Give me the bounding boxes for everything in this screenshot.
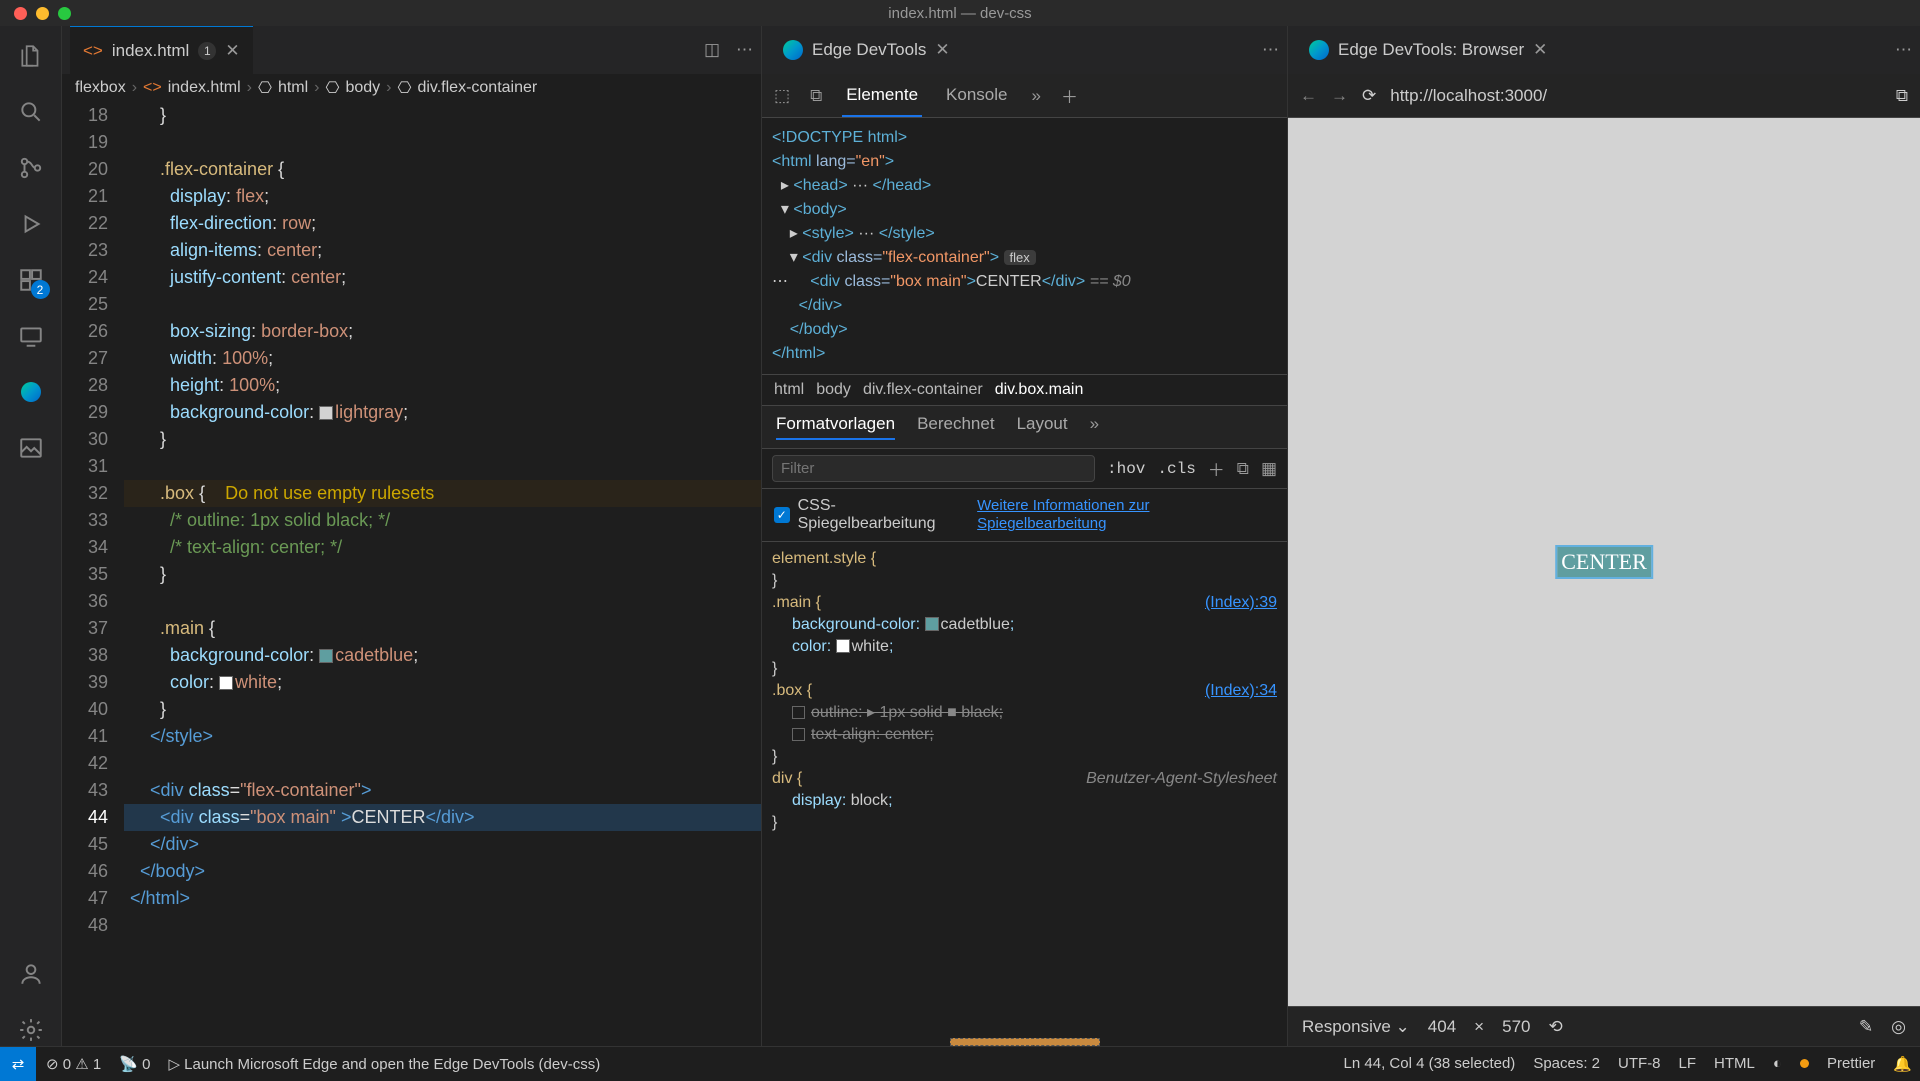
window-title: index.html — dev-css — [888, 5, 1031, 22]
dom-tree[interactable]: <!DOCTYPE html> <html lang="en"> ▸ <head… — [762, 118, 1287, 374]
prettier-status-icon — [1800, 1059, 1809, 1068]
reload-icon[interactable]: ⟳ — [1362, 86, 1376, 106]
close-window-icon[interactable] — [14, 7, 27, 20]
styles-tabs: Formatvorlagen Berechnet Layout » — [762, 406, 1287, 449]
tab-index-html[interactable]: <> index.html 1 ✕ — [70, 26, 253, 74]
problems-indicator[interactable]: ⊘ 0 ⚠ 1 — [46, 1055, 101, 1073]
color-theme-icon[interactable]: ◐ — [1773, 1055, 1782, 1072]
url-bar[interactable]: http://localhost:3000/ — [1390, 86, 1882, 106]
more-actions-icon[interactable]: ⋯ — [736, 40, 753, 60]
search-icon[interactable] — [15, 96, 47, 128]
add-tab-icon[interactable]: ＋ — [1061, 83, 1078, 108]
device-toolbar: Responsive ⌄ 404 × 570 ⟲ ✎ ◎ — [1288, 1006, 1920, 1046]
cls-toggle[interactable]: .cls — [1157, 460, 1195, 478]
tab-label: Edge DevTools — [812, 40, 926, 60]
code-editor[interactable]: 1819202122232425262728293031323334353637… — [62, 102, 761, 1046]
title-bar: index.html — dev-css — [0, 0, 1920, 26]
explorer-icon[interactable] — [15, 40, 47, 72]
tab-edge-devtools[interactable]: Edge DevTools ✕ — [770, 26, 963, 74]
tab-styles[interactable]: Formatvorlagen — [776, 414, 895, 440]
emulate-vision-icon[interactable]: ✎ — [1859, 1017, 1873, 1037]
tab-edge-browser[interactable]: Edge DevTools: Browser ✕ — [1296, 26, 1560, 74]
back-icon[interactable]: ← — [1300, 86, 1317, 106]
styles-pane[interactable]: element.style { } .main {(Index):39 back… — [762, 542, 1287, 1046]
breadcrumb[interactable]: flexbox› <>index.html› ⎔html› ⎔body› ⎔di… — [62, 74, 761, 102]
tab-console[interactable]: Konsole — [942, 75, 1011, 117]
ports-indicator[interactable]: 📡 0 — [119, 1055, 150, 1073]
inspect-element-icon[interactable]: ⬚ — [774, 86, 790, 106]
device-select[interactable]: Responsive ⌄ — [1302, 1017, 1410, 1037]
image-icon[interactable] — [15, 432, 47, 464]
edge-icon — [783, 40, 803, 60]
cursor-position[interactable]: Ln 44, Col 4 (38 selected) — [1344, 1055, 1516, 1072]
hov-toggle[interactable]: :hov — [1107, 460, 1145, 478]
forward-icon[interactable]: → — [1331, 86, 1348, 106]
close-icon[interactable]: ✕ — [225, 41, 239, 61]
tab-bar-1: <> index.html 1 ✕ ◫ ⋯ — [62, 26, 761, 74]
tab-layout[interactable]: Layout — [1017, 414, 1068, 440]
viewport-height[interactable]: 570 — [1502, 1017, 1530, 1037]
css-mirror-row: ✓ CSS-Spiegelbearbeitung Weitere Informa… — [762, 489, 1287, 542]
notifications-icon[interactable]: 🔔 — [1893, 1055, 1912, 1073]
prettier[interactable]: Prettier — [1827, 1055, 1875, 1072]
split-editor-icon[interactable]: ◫ — [704, 40, 720, 60]
zoom-window-icon[interactable] — [58, 7, 71, 20]
page-viewport[interactable]: CENTER — [1288, 118, 1920, 1006]
tab-label: Edge DevTools: Browser — [1338, 40, 1524, 60]
run-debug-icon[interactable] — [15, 208, 47, 240]
more-tabs-icon[interactable]: » — [1031, 86, 1040, 106]
more-actions-icon[interactable]: ⋯ — [1895, 40, 1912, 60]
box-model-margin: margin — [950, 1038, 1100, 1046]
remote-explorer-icon[interactable] — [15, 320, 47, 352]
device-icon[interactable]: ⧉ — [1237, 459, 1249, 479]
flex-editor-icon[interactable]: ▦ — [1261, 459, 1277, 479]
account-icon[interactable] — [15, 958, 47, 990]
close-icon[interactable]: ✕ — [935, 40, 949, 60]
filter-input[interactable] — [772, 455, 1095, 482]
edge-tools-icon[interactable] — [15, 376, 47, 408]
center-box: CENTER — [1557, 547, 1651, 577]
editor-group-3: Edge DevTools: Browser ✕ ⋯ ← → ⟳ http://… — [1288, 26, 1920, 1046]
tab-computed[interactable]: Berechnet — [917, 414, 995, 440]
language-mode[interactable]: HTML — [1714, 1055, 1755, 1072]
source-control-icon[interactable] — [15, 152, 47, 184]
edge-icon — [1309, 40, 1329, 60]
rotate-icon[interactable]: ⟲ — [1548, 1017, 1562, 1037]
close-icon[interactable]: ✕ — [1533, 40, 1547, 60]
activity-bar: 2 — [0, 26, 62, 1046]
editor-group-2: Edge DevTools ✕ ⋯ ⬚ ⧉ Elemente Konsole »… — [762, 26, 1288, 1046]
indentation[interactable]: Spaces: 2 — [1533, 1055, 1600, 1072]
devtools-toolbar: ⬚ ⧉ Elemente Konsole » ＋ — [762, 74, 1287, 118]
extensions-icon[interactable]: 2 — [15, 264, 47, 296]
dom-path[interactable]: htmlbodydiv.flex-containerdiv.box.main — [762, 374, 1287, 406]
styles-filter-row: :hov .cls ＋ ⧉ ▦ — [762, 449, 1287, 489]
minimize-window-icon[interactable] — [36, 7, 49, 20]
screenshot-icon[interactable]: ⧉ — [1896, 86, 1908, 106]
tab-bar-3: Edge DevTools: Browser ✕ ⋯ — [1288, 26, 1920, 74]
tab-elements[interactable]: Elemente — [842, 75, 922, 117]
device-toggle-icon[interactable]: ⧉ — [810, 86, 822, 106]
more-actions-icon[interactable]: ⋯ — [1262, 40, 1279, 60]
editor-group-1: <> index.html 1 ✕ ◫ ⋯ flexbox› <>index.h… — [62, 26, 762, 1046]
new-rule-icon[interactable]: ＋ — [1208, 456, 1225, 481]
encoding[interactable]: UTF-8 — [1618, 1055, 1661, 1072]
more-options-icon[interactable]: ◎ — [1891, 1017, 1906, 1037]
mirror-info-link[interactable]: Weitere Informationen zur Spiegelbearbei… — [977, 497, 1275, 533]
mirror-checkbox[interactable]: ✓ — [774, 507, 790, 523]
settings-gear-icon[interactable] — [15, 1014, 47, 1046]
window-controls[interactable] — [0, 7, 71, 20]
browser-toolbar: ← → ⟳ http://localhost:3000/ ⧉ — [1288, 74, 1920, 118]
tab-bar-2: Edge DevTools ✕ ⋯ — [762, 26, 1287, 74]
html-file-icon: <> — [83, 41, 103, 61]
tab-label: index.html — [112, 41, 189, 61]
remote-indicator[interactable]: ⇄ — [0, 1047, 36, 1081]
viewport-width[interactable]: 404 — [1428, 1017, 1456, 1037]
status-bar: ⇄ ⊘ 0 ⚠ 1 📡 0 ▷ Launch Microsoft Edge an… — [0, 1046, 1920, 1080]
eol[interactable]: LF — [1679, 1055, 1697, 1072]
tab-dirty-indicator: 1 — [198, 42, 216, 60]
more-tabs-icon[interactable]: » — [1090, 414, 1099, 440]
launch-edge-action[interactable]: ▷ Launch Microsoft Edge and open the Edg… — [168, 1055, 600, 1073]
